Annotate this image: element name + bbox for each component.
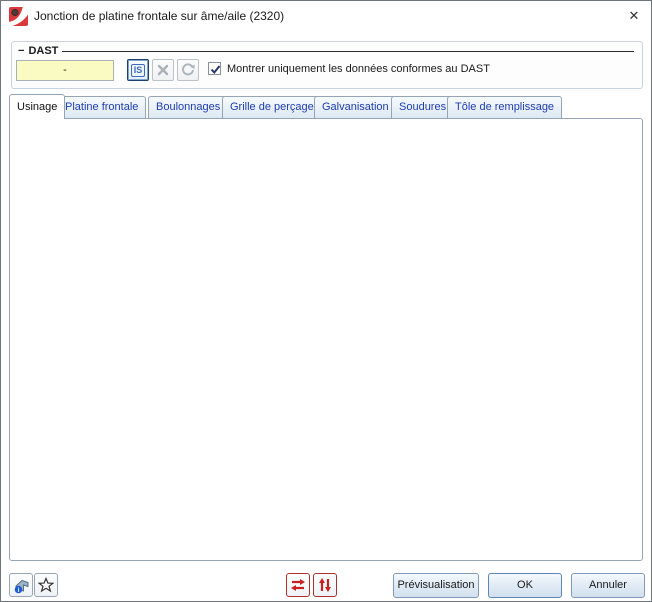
dast-only-checkline: Montrer uniquement les données conformes… xyxy=(208,62,490,75)
dast-select-button[interactable]: IS xyxy=(127,59,149,81)
cancel-button[interactable]: Annuler xyxy=(571,573,645,598)
dast-group-label: DAST xyxy=(28,45,58,57)
dast-refresh-button[interactable] xyxy=(177,59,199,81)
dast-only-label: Montrer uniquement les données conformes… xyxy=(227,63,490,75)
window-title: Jonction de platine frontale sur âme/ail… xyxy=(34,1,284,31)
dast-code-field[interactable]: - xyxy=(16,60,114,81)
ok-button[interactable]: OK xyxy=(488,573,562,598)
swap-horizontal-button[interactable] xyxy=(286,573,310,597)
tab-soudures[interactable]: Soudures xyxy=(391,96,454,119)
checkmark-icon xyxy=(209,63,222,76)
dast-clear-button[interactable] xyxy=(152,59,174,81)
app-icon xyxy=(9,7,28,26)
tab-tole-de-remplissage[interactable]: Tôle de remplissage xyxy=(447,96,562,119)
tab-boulonnages[interactable]: Boulonnages xyxy=(148,96,228,119)
tab-galvanisation[interactable]: Galvanisation xyxy=(314,96,397,119)
swap-horizontal-icon xyxy=(290,577,306,593)
component-info-button[interactable]: i xyxy=(9,573,33,597)
component-icon: i xyxy=(13,577,30,594)
tab-grille-de-percage[interactable]: Grille de perçage xyxy=(222,96,322,119)
dialog-jonction-platine: Jonction de platine frontale sur âme/ail… xyxy=(0,0,652,602)
tab-page-usinage xyxy=(9,118,643,561)
swap-vertical-icon xyxy=(317,577,333,593)
star-icon xyxy=(38,577,54,593)
favorites-button[interactable] xyxy=(34,573,58,597)
tab-usinage[interactable]: Usinage xyxy=(9,94,65,119)
clear-x-icon xyxy=(157,64,169,76)
preview-button[interactable]: Prévisualisation xyxy=(393,573,479,598)
tab-platine-frontale[interactable]: Platine frontale xyxy=(57,96,146,119)
collapse-dash-icon[interactable]: − xyxy=(18,46,24,56)
refresh-icon xyxy=(181,63,195,77)
title-bar: Jonction de platine frontale sur âme/ail… xyxy=(1,1,651,31)
close-icon[interactable]: ✕ xyxy=(617,1,651,31)
dast-group: − DAST - IS Montrer uniquement le xyxy=(11,41,643,89)
is-icon: IS xyxy=(131,64,146,77)
swap-vertical-button[interactable] xyxy=(313,573,337,597)
dast-only-checkbox[interactable] xyxy=(208,62,221,75)
